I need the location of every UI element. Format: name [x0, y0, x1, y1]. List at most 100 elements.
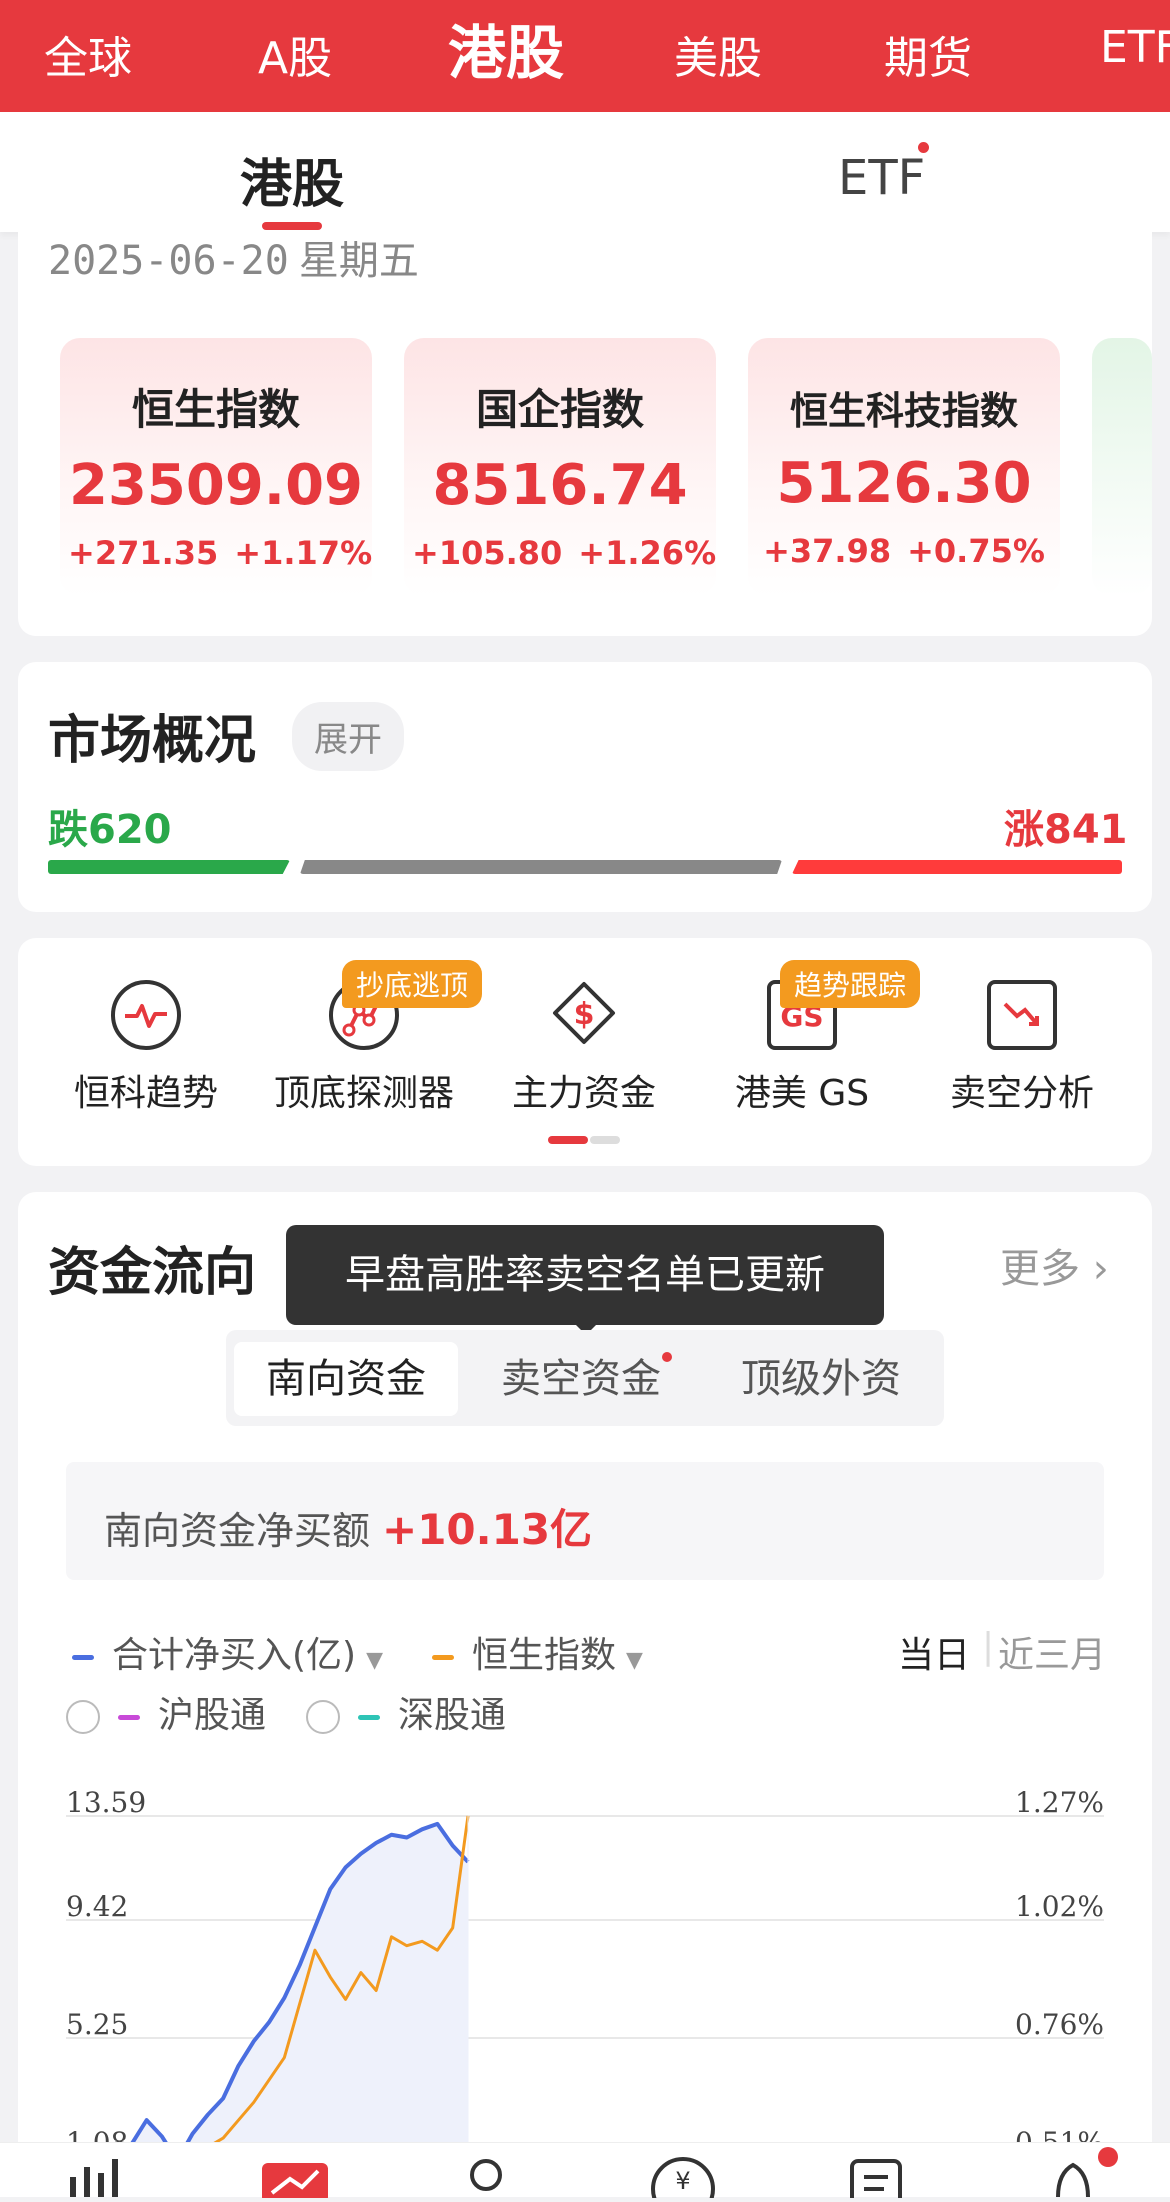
yuan-tab-icon[interactable]: ¥	[651, 2157, 715, 2202]
legend-shenzhen-connect[interactable]: 深股通	[306, 1686, 506, 1738]
index-value: 5126.30	[776, 451, 1032, 516]
legend-label: 深股通	[398, 1695, 507, 1736]
date-day: 2025-06-20	[48, 238, 289, 284]
tool-short-analysis[interactable]: 卖空分析	[922, 980, 1122, 1116]
tool-label: 港美 GS	[734, 1073, 870, 1114]
segment-southbound[interactable]: 南向资金	[234, 1342, 458, 1416]
index-pct: +1.26%	[578, 534, 717, 572]
fall-count: 跌620	[48, 807, 172, 853]
market-tab-icon[interactable]	[70, 2159, 118, 2197]
more-label: 更多	[1000, 1246, 1080, 1292]
legend-swatch	[432, 1654, 454, 1660]
tool-label: 恒科趋势	[73, 1073, 218, 1114]
short-chart-icon	[987, 980, 1057, 1050]
index-card-peek[interactable]	[1092, 338, 1152, 596]
list-tab-icon[interactable]	[850, 2159, 902, 2202]
radio-icon	[306, 1700, 340, 1734]
tab-hk-shares[interactable]: 港股	[448, 6, 564, 90]
money-tag-icon: $	[549, 980, 619, 1050]
legend-total[interactable]: 合计净买入(亿) ▼	[72, 1626, 383, 1678]
index-change: +37.98	[763, 532, 892, 570]
y-right-tick-label: 1.27%	[1015, 1786, 1104, 1819]
expand-button[interactable]: 展开	[292, 702, 404, 771]
index-pct: +1.17%	[234, 534, 373, 572]
range-three-months[interactable]: 近三月	[998, 1626, 1106, 1678]
flat-bar	[300, 860, 782, 874]
trade-date: 2025-06-20 星期五	[48, 228, 419, 286]
etf-notification-dot	[918, 142, 929, 153]
net-buy-value: +10.13亿	[382, 1505, 593, 1554]
radio-icon	[66, 1700, 100, 1734]
range-divider: |	[982, 1626, 995, 1667]
sub-tabbar: 港股 ETF	[0, 112, 1170, 232]
fall-bar	[48, 860, 290, 874]
caret-down-icon: ▼	[626, 1648, 643, 1673]
tool-badge: 趋势跟踪	[780, 960, 921, 1008]
tab-etf[interactable]: ETF	[1100, 22, 1170, 73]
tool-label: 卖空分析	[949, 1073, 1094, 1114]
y-right-tick-label: 1.02%	[1015, 1890, 1104, 1923]
tab-a-shares[interactable]: A股	[258, 22, 332, 86]
legend-swatch	[358, 1714, 380, 1720]
net-buy-row: 南向资金净买额 +10.13亿	[104, 1496, 592, 1557]
tab-global[interactable]: 全球	[44, 22, 132, 86]
fund-flow-chart: 13.59 9.42 5.25 1.08 1.27% 1.02% 0.76% 0.51%	[66, 1786, 1104, 2142]
fund-flow-title: 资金流向	[48, 1243, 257, 1303]
index-name: 恒生科技指数	[789, 389, 1018, 433]
legend-swatch	[118, 1714, 140, 1720]
person-tab-icon[interactable]	[470, 2159, 502, 2191]
subtab-etf[interactable]: ETF	[838, 150, 925, 206]
y-left-tick-label: 1.08	[66, 2126, 128, 2142]
tool-badge: 抄底逃顶	[342, 960, 483, 1008]
index-name: 国企指数	[475, 385, 644, 434]
y-left-tick-label: 9.42	[66, 1890, 128, 1923]
net-buy-box: 南向资金净买额 +10.13亿	[66, 1462, 1104, 1580]
index-card-hstech[interactable]: 恒生科技指数 5126.30 +37.98 +0.75%	[748, 338, 1060, 596]
index-pct: +0.75%	[907, 532, 1045, 570]
market-tabbar: 全球 A股 港股 美股 期货 ETF	[0, 0, 1170, 112]
chevron-right-icon: ›	[1080, 1246, 1109, 1292]
legend-label: 沪股通	[158, 1695, 267, 1736]
svg-text:¥: ¥	[675, 2167, 690, 2195]
legend-shanghai-connect[interactable]: 沪股通	[66, 1686, 266, 1738]
index-value: 23509.09	[68, 453, 364, 518]
y-left-tick-label: 5.25	[66, 2008, 128, 2041]
tool-hstech-trend[interactable]: 恒科趋势	[46, 980, 246, 1116]
index-change-row: +105.80 +1.26%	[404, 534, 716, 572]
y-left-tick-label: 13.59	[66, 1786, 146, 1819]
legend-hsi[interactable]: 恒生指数 ▼	[432, 1626, 643, 1678]
net-buy-label: 南向资金净买额	[104, 1509, 371, 1553]
index-change-row: +37.98 +0.75%	[748, 532, 1060, 570]
tab-us-shares[interactable]: 美股	[674, 22, 762, 86]
index-name: 恒生指数	[131, 385, 300, 434]
index-change-row: +271.35 +1.17%	[60, 534, 372, 572]
tool-label: 顶底探测器	[273, 1073, 454, 1114]
index-value: 8516.74	[432, 453, 688, 518]
tool-label: 主力资金	[511, 1073, 656, 1114]
range-today[interactable]: 当日	[898, 1626, 970, 1678]
subtab-hk-shares[interactable]: 港股	[240, 142, 344, 217]
index-card-hsi[interactable]: 恒生指数 23509.09 +271.35 +1.17%	[60, 338, 372, 596]
legend-swatch	[72, 1654, 94, 1660]
y-right-tick-label: 0.76%	[1015, 2008, 1104, 2041]
tab-futures[interactable]: 期货	[884, 22, 972, 86]
caret-down-icon: ▼	[366, 1648, 384, 1673]
bottom-tab-icons: ¥	[70, 2147, 1118, 2202]
index-card-hscei[interactable]: 国企指数 8516.74 +105.80 +1.26%	[404, 338, 716, 596]
index-change: +105.80	[412, 534, 563, 572]
tool-main-capital[interactable]: $ 主力资金	[484, 980, 684, 1116]
legend-label: 合计净买入(亿)	[112, 1635, 357, 1676]
more-link[interactable]: 更多 ›	[1000, 1236, 1109, 1294]
segment-top-foreign[interactable]: 顶级外资	[706, 1342, 936, 1416]
bottom-tabbar: ¥	[0, 2142, 1170, 2202]
tooltip-short-list-updated[interactable]: 早盘高胜率卖空名单已更新	[286, 1225, 884, 1335]
segment-notification-dot	[662, 1352, 672, 1362]
pager-active	[548, 1136, 588, 1144]
index-change: +271.35	[68, 534, 219, 572]
moneybag-tab-icon[interactable]	[1056, 2147, 1118, 2198]
fund-segment-control: 南向资金 卖空资金 顶级外资	[226, 1330, 944, 1426]
rise-bar	[792, 860, 1122, 874]
quotes-tab-icon[interactable]	[262, 2163, 328, 2202]
segment-short-capital[interactable]: 卖空资金	[466, 1342, 696, 1416]
rise-count: 涨841	[1004, 807, 1128, 853]
